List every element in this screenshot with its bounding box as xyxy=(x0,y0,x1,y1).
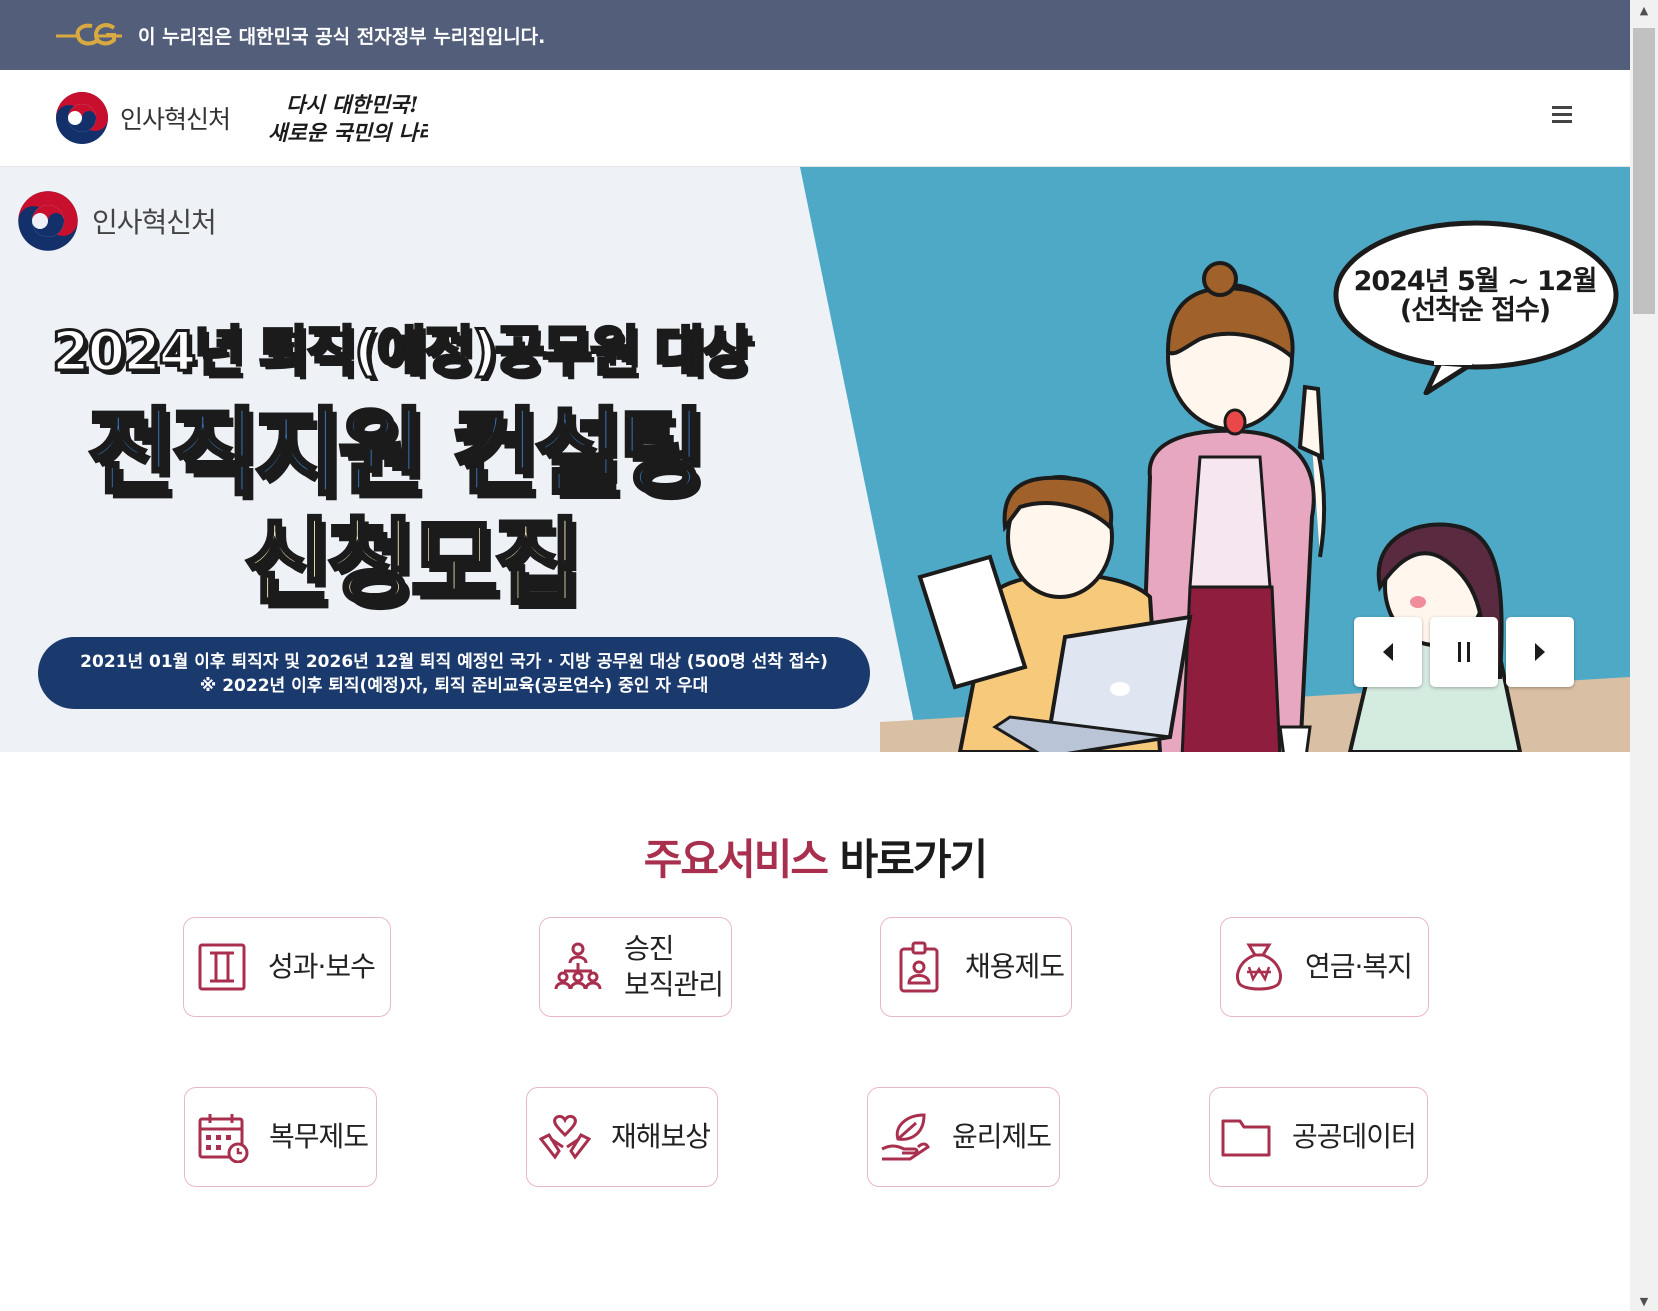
scroll-up-arrow-icon[interactable]: ▲ xyxy=(1630,0,1658,20)
page: 이 누리집은 대한민국 공식 전자정부 누리집입니다. 인사혁신처 다시 대한민… xyxy=(0,0,1630,1311)
ministry-name: 인사혁신처 xyxy=(120,105,231,134)
site-header: 인사혁신처 다시 대한민국! 새로운 국민의 나라 xyxy=(0,70,1630,167)
hero-banner[interactable]: 인사혁신처 2024년 퇴직(예정)공무원 대상 전직지원 컨설팅 신청모집 2… xyxy=(0,167,1630,752)
ministry-logo[interactable]: 인사혁신처 xyxy=(54,90,231,146)
leaf-hand-icon xyxy=(881,1113,930,1161)
slogan-line2: 새로운 국민의 나라 xyxy=(268,120,428,145)
service-label: 공공데이터 xyxy=(1292,1120,1417,1153)
gov-banner: 이 누리집은 대한민국 공식 전자정부 누리집입니다. xyxy=(0,0,1630,70)
taegeuk-emblem-icon xyxy=(56,92,108,144)
calendar-clock-icon xyxy=(198,1114,249,1163)
services-title-accent: 주요서비스 xyxy=(643,835,829,884)
slide-next-button[interactable] xyxy=(1506,617,1574,687)
hero-pill-line1: 2021년 01월 이후 퇴직자 및 2026년 12월 퇴직 예정인 국가 ·… xyxy=(80,652,828,672)
service-label: 연금·복지 xyxy=(1305,950,1413,983)
slide-pause-button[interactable] xyxy=(1430,617,1498,687)
service-promotion[interactable]: 승진 보직관리 xyxy=(539,917,732,1017)
service-label: 승진 보직관리 xyxy=(624,932,724,1001)
page-scrollbar[interactable]: ▲ ▼ xyxy=(1630,0,1658,1311)
slide-prev-button[interactable] xyxy=(1354,617,1422,687)
service-accident-compensation[interactable]: 재해보상 xyxy=(526,1087,718,1187)
service-duty[interactable]: 복무제도 xyxy=(184,1087,377,1187)
caret-left-icon xyxy=(1383,643,1393,661)
service-label: 성과·보수 xyxy=(268,950,376,983)
service-pension-welfare[interactable]: 연금·복지 xyxy=(1220,917,1429,1017)
caret-right-icon xyxy=(1535,643,1545,661)
hamburger-menu-icon[interactable] xyxy=(1552,106,1572,126)
folder-icon xyxy=(1221,1119,1271,1157)
service-performance-pay[interactable]: 성과·보수 xyxy=(183,917,391,1017)
service-recruitment[interactable]: 채용제도 xyxy=(880,917,1072,1017)
scroll-thumb[interactable] xyxy=(1633,28,1655,314)
services-title-rest: 바로가기 xyxy=(827,835,989,884)
id-card-icon xyxy=(899,941,939,993)
service-label: 재해보상 xyxy=(611,1120,711,1153)
service-public-data[interactable]: 공공데이터 xyxy=(1209,1087,1428,1187)
coffee-cup xyxy=(1278,725,1312,752)
hero-headline-1: 2024년 퇴직(예정)공무원 대상 xyxy=(50,319,753,385)
hero-headline-3: 신청모집 xyxy=(242,507,583,620)
egov-logo-icon xyxy=(56,23,122,46)
slogan-image: 다시 대한민국! 새로운 국민의 나라 xyxy=(268,92,428,145)
service-label: 복무제도 xyxy=(269,1120,369,1153)
service-label: 채용제도 xyxy=(965,950,1065,983)
service-ethics[interactable]: 윤리제도 xyxy=(867,1087,1060,1187)
service-label: 윤리제도 xyxy=(952,1120,1052,1153)
slogan-line1: 다시 대한민국! xyxy=(286,92,418,117)
org-chart-icon xyxy=(554,942,602,990)
hero-ministry-logo: 인사혁신처 xyxy=(16,189,217,253)
hero-pill-line2: ※ 2022년 이후 퇴직(예정)자, 퇴직 준비교육(공로연수) 중인 자 우… xyxy=(199,676,709,696)
hero-eligibility-pill: 2021년 01월 이후 퇴직자 및 2026년 12월 퇴직 예정인 국가 ·… xyxy=(38,637,870,709)
services-section-title: 주요서비스 바로가기 xyxy=(0,826,1630,887)
scroll-down-arrow-icon[interactable]: ▼ xyxy=(1630,1291,1658,1311)
money-bag-icon xyxy=(1236,943,1282,991)
gov-banner-text: 이 누리집은 대한민국 공식 전자정부 누리집입니다. xyxy=(138,25,546,48)
pause-icon xyxy=(1458,642,1470,662)
heart-hands-icon xyxy=(539,1114,591,1160)
taegeuk-emblem-icon xyxy=(18,191,78,251)
document-icon xyxy=(198,943,246,991)
hero-logo-text: 인사혁신처 xyxy=(92,206,217,239)
